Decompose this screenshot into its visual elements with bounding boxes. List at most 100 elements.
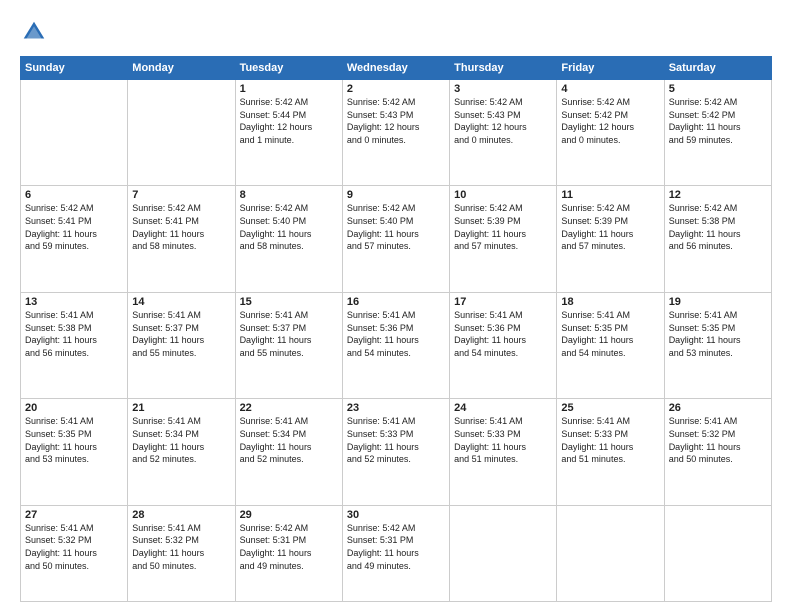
day-number: 28 [132,509,230,521]
calendar-day-cell [450,505,557,601]
day-number: 22 [240,402,338,414]
calendar-day-cell: 3Sunrise: 5:42 AM Sunset: 5:43 PM Daylig… [450,80,557,186]
day-info: Sunrise: 5:41 AM Sunset: 5:32 PM Dayligh… [25,522,123,572]
day-number: 2 [347,83,445,95]
calendar-day-cell: 6Sunrise: 5:42 AM Sunset: 5:41 PM Daylig… [21,186,128,292]
calendar-day-cell: 5Sunrise: 5:42 AM Sunset: 5:42 PM Daylig… [664,80,771,186]
calendar-day-cell: 27Sunrise: 5:41 AM Sunset: 5:32 PM Dayli… [21,505,128,601]
day-info: Sunrise: 5:41 AM Sunset: 5:37 PM Dayligh… [240,309,338,359]
day-info: Sunrise: 5:42 AM Sunset: 5:41 PM Dayligh… [25,202,123,252]
day-number: 29 [240,509,338,521]
day-number: 17 [454,296,552,308]
weekday-header: Monday [128,57,235,80]
calendar-day-cell: 26Sunrise: 5:41 AM Sunset: 5:32 PM Dayli… [664,399,771,505]
day-number: 3 [454,83,552,95]
day-info: Sunrise: 5:41 AM Sunset: 5:38 PM Dayligh… [25,309,123,359]
day-info: Sunrise: 5:41 AM Sunset: 5:35 PM Dayligh… [561,309,659,359]
calendar-day-cell: 17Sunrise: 5:41 AM Sunset: 5:36 PM Dayli… [450,292,557,398]
calendar-week-row: 27Sunrise: 5:41 AM Sunset: 5:32 PM Dayli… [21,505,772,601]
calendar-day-cell: 15Sunrise: 5:41 AM Sunset: 5:37 PM Dayli… [235,292,342,398]
day-info: Sunrise: 5:41 AM Sunset: 5:35 PM Dayligh… [25,415,123,465]
calendar-day-cell: 10Sunrise: 5:42 AM Sunset: 5:39 PM Dayli… [450,186,557,292]
day-number: 25 [561,402,659,414]
day-info: Sunrise: 5:41 AM Sunset: 5:37 PM Dayligh… [132,309,230,359]
calendar-day-cell [128,80,235,186]
calendar-day-cell: 22Sunrise: 5:41 AM Sunset: 5:34 PM Dayli… [235,399,342,505]
day-info: Sunrise: 5:42 AM Sunset: 5:41 PM Dayligh… [132,202,230,252]
calendar-day-cell: 19Sunrise: 5:41 AM Sunset: 5:35 PM Dayli… [664,292,771,398]
day-info: Sunrise: 5:42 AM Sunset: 5:31 PM Dayligh… [347,522,445,572]
calendar-day-cell: 12Sunrise: 5:42 AM Sunset: 5:38 PM Dayli… [664,186,771,292]
day-info: Sunrise: 5:42 AM Sunset: 5:38 PM Dayligh… [669,202,767,252]
day-number: 20 [25,402,123,414]
day-info: Sunrise: 5:41 AM Sunset: 5:35 PM Dayligh… [669,309,767,359]
calendar-day-cell: 24Sunrise: 5:41 AM Sunset: 5:33 PM Dayli… [450,399,557,505]
day-info: Sunrise: 5:42 AM Sunset: 5:31 PM Dayligh… [240,522,338,572]
day-number: 11 [561,189,659,201]
calendar-week-row: 6Sunrise: 5:42 AM Sunset: 5:41 PM Daylig… [21,186,772,292]
calendar-header-row: SundayMondayTuesdayWednesdayThursdayFrid… [21,57,772,80]
day-info: Sunrise: 5:41 AM Sunset: 5:34 PM Dayligh… [240,415,338,465]
day-info: Sunrise: 5:41 AM Sunset: 5:36 PM Dayligh… [454,309,552,359]
calendar-week-row: 1Sunrise: 5:42 AM Sunset: 5:44 PM Daylig… [21,80,772,186]
day-number: 13 [25,296,123,308]
day-info: Sunrise: 5:42 AM Sunset: 5:44 PM Dayligh… [240,96,338,146]
day-info: Sunrise: 5:42 AM Sunset: 5:42 PM Dayligh… [669,96,767,146]
weekday-header: Sunday [21,57,128,80]
day-number: 4 [561,83,659,95]
calendar-day-cell: 23Sunrise: 5:41 AM Sunset: 5:33 PM Dayli… [342,399,449,505]
calendar-day-cell: 1Sunrise: 5:42 AM Sunset: 5:44 PM Daylig… [235,80,342,186]
calendar-day-cell: 7Sunrise: 5:42 AM Sunset: 5:41 PM Daylig… [128,186,235,292]
day-info: Sunrise: 5:42 AM Sunset: 5:39 PM Dayligh… [454,202,552,252]
day-number: 8 [240,189,338,201]
day-number: 15 [240,296,338,308]
day-number: 30 [347,509,445,521]
day-number: 10 [454,189,552,201]
calendar-day-cell: 11Sunrise: 5:42 AM Sunset: 5:39 PM Dayli… [557,186,664,292]
day-number: 26 [669,402,767,414]
day-info: Sunrise: 5:41 AM Sunset: 5:32 PM Dayligh… [132,522,230,572]
day-number: 19 [669,296,767,308]
day-number: 9 [347,189,445,201]
day-number: 14 [132,296,230,308]
calendar-day-cell: 16Sunrise: 5:41 AM Sunset: 5:36 PM Dayli… [342,292,449,398]
weekday-header: Friday [557,57,664,80]
day-number: 12 [669,189,767,201]
day-number: 6 [25,189,123,201]
calendar-day-cell [664,505,771,601]
calendar-day-cell: 25Sunrise: 5:41 AM Sunset: 5:33 PM Dayli… [557,399,664,505]
day-number: 1 [240,83,338,95]
day-number: 21 [132,402,230,414]
day-info: Sunrise: 5:42 AM Sunset: 5:40 PM Dayligh… [240,202,338,252]
calendar-week-row: 13Sunrise: 5:41 AM Sunset: 5:38 PM Dayli… [21,292,772,398]
calendar-day-cell: 20Sunrise: 5:41 AM Sunset: 5:35 PM Dayli… [21,399,128,505]
logo [20,18,52,46]
calendar-day-cell [21,80,128,186]
day-info: Sunrise: 5:41 AM Sunset: 5:36 PM Dayligh… [347,309,445,359]
calendar-table: SundayMondayTuesdayWednesdayThursdayFrid… [20,56,772,602]
weekday-header: Thursday [450,57,557,80]
weekday-header: Wednesday [342,57,449,80]
day-info: Sunrise: 5:42 AM Sunset: 5:42 PM Dayligh… [561,96,659,146]
day-info: Sunrise: 5:42 AM Sunset: 5:39 PM Dayligh… [561,202,659,252]
calendar-day-cell: 13Sunrise: 5:41 AM Sunset: 5:38 PM Dayli… [21,292,128,398]
day-info: Sunrise: 5:41 AM Sunset: 5:33 PM Dayligh… [347,415,445,465]
calendar-day-cell: 2Sunrise: 5:42 AM Sunset: 5:43 PM Daylig… [342,80,449,186]
day-number: 18 [561,296,659,308]
day-number: 16 [347,296,445,308]
calendar-day-cell: 4Sunrise: 5:42 AM Sunset: 5:42 PM Daylig… [557,80,664,186]
calendar-day-cell [557,505,664,601]
day-info: Sunrise: 5:41 AM Sunset: 5:33 PM Dayligh… [561,415,659,465]
day-number: 7 [132,189,230,201]
day-info: Sunrise: 5:41 AM Sunset: 5:34 PM Dayligh… [132,415,230,465]
calendar-day-cell: 9Sunrise: 5:42 AM Sunset: 5:40 PM Daylig… [342,186,449,292]
day-info: Sunrise: 5:42 AM Sunset: 5:43 PM Dayligh… [454,96,552,146]
weekday-header: Tuesday [235,57,342,80]
day-info: Sunrise: 5:42 AM Sunset: 5:40 PM Dayligh… [347,202,445,252]
page: SundayMondayTuesdayWednesdayThursdayFrid… [0,0,792,612]
weekday-header: Saturday [664,57,771,80]
calendar-week-row: 20Sunrise: 5:41 AM Sunset: 5:35 PM Dayli… [21,399,772,505]
logo-icon [20,18,48,46]
day-number: 5 [669,83,767,95]
calendar-day-cell: 21Sunrise: 5:41 AM Sunset: 5:34 PM Dayli… [128,399,235,505]
